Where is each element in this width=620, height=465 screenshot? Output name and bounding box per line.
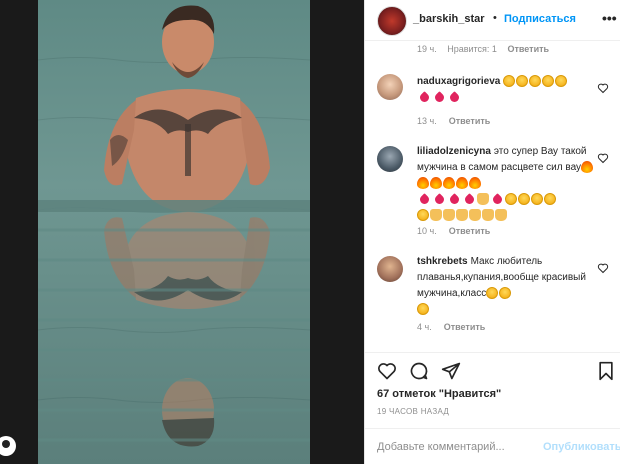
- emoji-heart-icon: [463, 192, 476, 206]
- emoji-heart-eyes-icon: [503, 75, 516, 88]
- like-comment-icon[interactable]: [597, 82, 609, 94]
- comment-time: 4 ч.: [417, 322, 432, 332]
- comment-text: tshkrebets Макс любитель плаванья,купания…: [417, 254, 597, 318]
- emoji-ok-hand-icon: [469, 209, 481, 222]
- viewer-avatar[interactable]: [0, 436, 16, 456]
- comment-input[interactable]: [377, 439, 537, 455]
- commenter-username[interactable]: tshkrebets: [417, 256, 468, 267]
- action-bar: [365, 352, 620, 387]
- photo-illustration: [38, 5, 310, 447]
- author-avatar[interactable]: [377, 6, 407, 36]
- emoji-ok-hand-icon: [430, 209, 442, 222]
- publish-button[interactable]: Опубликовать: [543, 441, 620, 453]
- emoji-ok-hand-icon: [456, 209, 468, 222]
- emoji-face-icon: [417, 209, 429, 222]
- reply-button[interactable]: Ответить: [449, 116, 491, 126]
- comment-text: naduxagrigorieva: [417, 74, 597, 106]
- like-comment-icon[interactable]: [597, 152, 609, 164]
- emoji-red-heart-icon: [433, 90, 446, 104]
- post-timestamp: 19 ЧАСОВ НАЗАД: [377, 407, 450, 416]
- emoji-heart-eyes-icon: [486, 287, 499, 300]
- comment-time: 19 ч.: [417, 44, 437, 54]
- photo-pane: [0, 0, 364, 464]
- post-photo[interactable]: [38, 0, 310, 464]
- emoji-fire-icon: [456, 177, 468, 190]
- commenter-username[interactable]: naduxagrigorieva: [417, 76, 500, 87]
- like-heart-icon[interactable]: [377, 361, 397, 381]
- likes-count[interactable]: 67 отметок "Нравится": [377, 388, 501, 400]
- emoji-ok-hand-icon: [443, 209, 455, 222]
- comment-time: 10 ч.: [417, 226, 437, 236]
- commenter-avatar[interactable]: [377, 74, 403, 100]
- like-comment-icon[interactable]: [597, 262, 609, 274]
- emoji-ok-hand-icon: [495, 209, 507, 222]
- reply-button[interactable]: Ответить: [444, 322, 486, 332]
- emoji-smile-icon: [542, 75, 555, 88]
- comment-likes[interactable]: Нравится: 1: [447, 44, 497, 54]
- emoji-red-heart-icon: [418, 90, 431, 104]
- emoji-face-icon: [505, 193, 517, 206]
- emoji-heart-icon: [433, 192, 446, 206]
- emoji-red-heart-icon: [448, 90, 461, 104]
- share-send-icon[interactable]: [441, 361, 461, 381]
- comment-meta: 13 ч. Ответить: [417, 116, 502, 126]
- author-username[interactable]: _barskih_star: [413, 13, 485, 25]
- emoji-fire-icon: [469, 177, 481, 190]
- commenter-avatar[interactable]: [377, 146, 403, 172]
- emoji-kiss-icon: [555, 75, 568, 88]
- post-header: _barskih_star • Подписаться •••: [365, 0, 620, 41]
- add-comment-bar: Опубликовать: [365, 428, 620, 465]
- emoji-face-icon: [531, 193, 543, 206]
- reply-button[interactable]: Ответить: [449, 226, 491, 236]
- reply-button[interactable]: Ответить: [507, 44, 549, 54]
- emoji-heart-icon: [448, 192, 461, 206]
- emoji-face-icon: [518, 193, 530, 206]
- emoji-heart-eyes-icon: [516, 75, 529, 88]
- emoji-heart-icon: [491, 192, 504, 206]
- comment-meta: 10 ч. Ответить: [417, 226, 502, 236]
- emoji-heart-icon: [418, 192, 431, 206]
- emoji-fire-icon: [417, 177, 429, 190]
- emoji-fire-icon: [581, 161, 594, 174]
- post-sidebar: _barskih_star • Подписаться ••• 19 ч. Нр…: [364, 0, 620, 464]
- emoji-face-icon: [544, 193, 556, 206]
- comment-bubble-icon[interactable]: [409, 361, 429, 381]
- follow-button[interactable]: Подписаться: [504, 13, 576, 25]
- header-separator: •: [493, 12, 497, 24]
- comment-meta: 4 ч. Ответить: [417, 322, 497, 332]
- commenter-avatar[interactable]: [377, 256, 403, 282]
- emoji-heart-eyes-icon: [417, 303, 429, 316]
- comment-text: liliadolzenicyna это супер Вау такой мужч…: [417, 144, 597, 224]
- save-bookmark-icon[interactable]: [597, 361, 615, 381]
- emoji-fire-icon: [430, 177, 442, 190]
- comment-time: 13 ч.: [417, 116, 437, 126]
- emoji-ok-hand-icon: [482, 209, 494, 222]
- emoji-heart-eyes-icon: [529, 75, 542, 88]
- more-options-icon[interactable]: •••: [602, 10, 617, 26]
- commenter-username[interactable]: liliadolzenicyna: [417, 146, 491, 157]
- emoji-heart-eyes-icon: [499, 287, 512, 300]
- emoji-fire-icon: [443, 177, 455, 190]
- emoji-ok-hand-icon: [477, 193, 489, 206]
- previous-comment-meta: 19 ч. Нравится: 1 Ответить: [417, 44, 557, 54]
